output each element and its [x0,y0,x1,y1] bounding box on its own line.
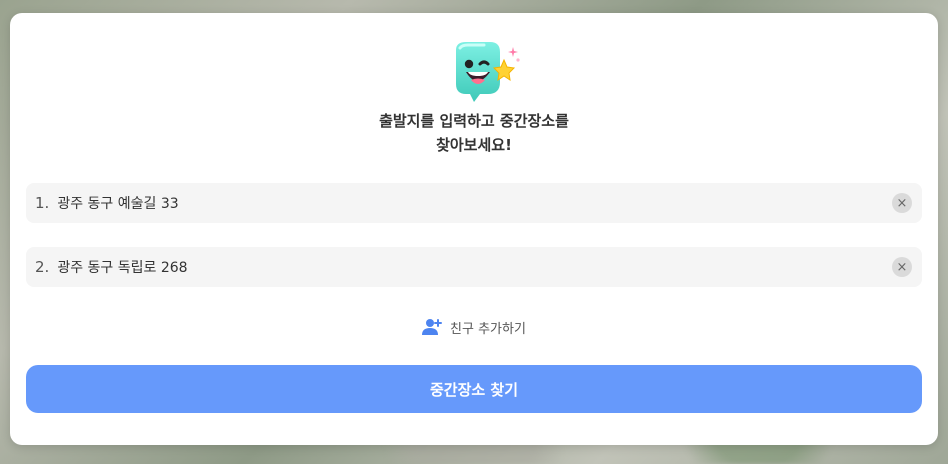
location-field-1[interactable]: 1. 광주 동구 예술길 33 × [26,183,922,223]
add-friend-label: 친구 추가하기 [450,321,526,337]
location-address[interactable]: 광주 동구 독립로 268 [57,257,892,277]
location-index: 2. [35,258,50,276]
dialog-title: 출발지를 입력하고 중간장소를 찾아보세요! [10,109,938,157]
start-location-dialog: 출발지를 입력하고 중간장소를 찾아보세요! 1. 광주 동구 예술길 33 ×… [10,13,938,445]
title-line-2: 찾아보세요! [436,136,512,154]
add-friend-button[interactable]: 친구 추가하기 [10,316,938,338]
title-line-1: 출발지를 입력하고 중간장소를 [379,112,569,130]
clear-icon[interactable]: × [892,193,912,213]
location-address[interactable]: 광주 동구 예술길 33 [57,193,892,213]
add-user-icon [422,319,443,335]
location-field-2[interactable]: 2. 광주 동구 독립로 268 × [26,247,922,287]
clear-icon[interactable]: × [892,257,912,277]
find-midpoint-button[interactable]: 중간장소 찾기 [26,365,922,413]
location-index: 1. [35,194,50,212]
mascot-icon [456,42,520,102]
